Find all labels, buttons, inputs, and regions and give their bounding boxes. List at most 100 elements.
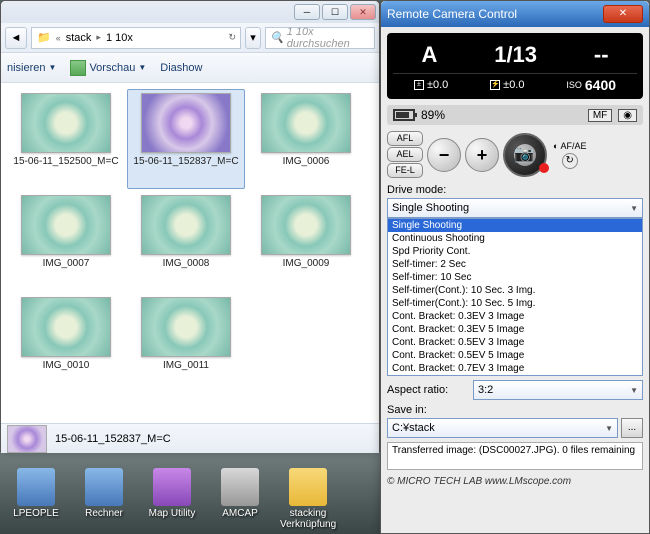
thumbnail-image <box>141 93 231 153</box>
thumbnail-image <box>21 93 111 153</box>
shortcut-icon <box>153 468 191 506</box>
fel-button[interactable]: FE-L <box>387 163 423 178</box>
desktop-shortcut[interactable]: stacking Verknüpfung <box>280 468 336 530</box>
drive-mode-option[interactable]: Single Shooting <box>388 219 642 232</box>
thumbnail-image <box>261 93 351 153</box>
file-name: IMG_0009 <box>251 258 361 270</box>
drive-mode-option[interactable]: Self-timer(Cont.): 10 Sec. 3 Img. <box>388 284 642 297</box>
preview-menu[interactable]: Vorschau▼ <box>70 60 146 76</box>
aspect-combo[interactable]: 3:2▼ <box>473 380 643 400</box>
rcc-titlebar[interactable]: Remote Camera Control ✕ <box>381 1 649 27</box>
desktop-shortcut[interactable]: LPEOPLE <box>8 468 64 530</box>
refresh-icon[interactable]: ↻ <box>226 32 238 43</box>
file-thumbnail[interactable]: 15-06-11_152500_M=C <box>7 89 125 189</box>
flash-ev: ±0.0 <box>503 79 524 91</box>
file-thumbnail[interactable]: IMG_0009 <box>247 191 365 291</box>
battery-percent: 89% <box>421 108 445 122</box>
explorer-toolbar: nisieren▼ Vorschau▼ Diashow <box>1 53 379 83</box>
metering-icon[interactable]: ◉ <box>618 109 637 122</box>
close-button[interactable]: ✕ <box>350 4 376 20</box>
drive-mode-option[interactable]: Continuous Shooting <box>388 232 642 245</box>
status-filename: 15-06-11_152837_M=C <box>55 433 171 445</box>
shutter-speed: 1/13 <box>494 42 537 68</box>
file-thumbnail[interactable]: IMG_0007 <box>7 191 125 291</box>
drive-mode-option[interactable]: Self-timer: 10 Sec <box>388 271 642 284</box>
focus-mode[interactable]: MF <box>588 109 612 122</box>
drive-mode-option[interactable]: Cont. Bracket: 0.3EV 3 Image <box>388 310 642 323</box>
search-placeholder: 1 10x durchsuchen <box>287 26 370 50</box>
shortcut-icon <box>17 468 55 506</box>
drive-mode-option[interactable]: Cont. Bracket: 0.7EV 5 Image <box>388 375 642 376</box>
drive-mode-listbox[interactable]: Single ShootingContinuous ShootingSpd Pr… <box>387 218 643 376</box>
minimize-button[interactable]: ─ <box>294 4 320 20</box>
thumbnail-image <box>261 195 351 255</box>
remote-camera-window: Remote Camera Control ✕ A 1/13 -- ±±0.0 … <box>380 0 650 534</box>
file-thumbnail[interactable]: IMG_0008 <box>127 191 245 291</box>
drive-mode-option[interactable]: Cont. Bracket: 0.3EV 5 Image <box>388 323 642 336</box>
thumbnail-image <box>141 195 231 255</box>
drive-mode-option[interactable]: Cont. Bracket: 0.7EV 3 Image <box>388 362 642 375</box>
flash-ev-icon: ⚡ <box>490 80 500 90</box>
maximize-button[interactable]: ☐ <box>322 4 348 20</box>
drive-mode-option[interactable]: Spd Priority Cont. <box>388 245 642 258</box>
file-thumbnail[interactable]: IMG_0006 <box>247 89 365 189</box>
file-name: 15-06-11_152837_M=C <box>131 156 241 168</box>
battery-icon <box>393 109 415 121</box>
ael-button[interactable]: AEL <box>387 147 423 162</box>
explorer-window: ─ ☐ ✕ ◄ 📁 « stack ▸ 1 10x ↻ ▾ 🔍 1 10x du… <box>0 0 380 452</box>
file-thumbnail[interactable]: IMG_0011 <box>127 293 245 393</box>
browse-button[interactable]: ... <box>621 418 643 438</box>
camera-icon: 📷 <box>514 144 536 166</box>
back-button[interactable]: ◄ <box>5 27 27 49</box>
shortcut-label: LPEOPLE <box>8 508 64 519</box>
drive-mode-option[interactable]: Cont. Bracket: 0.5EV 5 Image <box>388 349 642 362</box>
slideshow-button[interactable]: Diashow <box>160 62 202 74</box>
exposure-mode: A <box>421 42 437 68</box>
status-thumbnail <box>7 425 47 453</box>
shortcut-label: AMCAP <box>212 508 268 519</box>
drive-mode-section: Drive mode: Single Shooting▼ Single Shoo… <box>387 184 643 376</box>
explorer-file-pane[interactable]: 15-06-11_152500_M=C 15-06-11_152837_M=C IM… <box>1 83 379 423</box>
transfer-log: Transferred image: (DSC00027.JPG). 0 fil… <box>387 442 643 470</box>
camera-status-row: 89% MF ◉ <box>387 105 643 125</box>
desktop-shortcut[interactable]: Map Utility <box>144 468 200 530</box>
drive-mode-combo[interactable]: Single Shooting▼ <box>387 198 643 218</box>
breadcrumb[interactable]: 📁 « stack ▸ 1 10x ↻ <box>31 27 241 49</box>
breadcrumb-seg[interactable]: 1 10x <box>103 32 136 44</box>
search-input[interactable]: 🔍 1 10x durchsuchen <box>265 27 375 49</box>
record-icon[interactable] <box>539 163 549 173</box>
drive-mode-option[interactable]: Self-timer(Cont.): 10 Sec. 5 Img. <box>388 297 642 310</box>
explorer-navbar: ◄ 📁 « stack ▸ 1 10x ↻ ▾ 🔍 1 10x durchsuc… <box>1 23 379 53</box>
folder-icon: 📁 <box>34 31 54 44</box>
shortcut-icon <box>221 468 259 506</box>
breadcrumb-dropdown[interactable]: ▾ <box>245 27 261 49</box>
shortcut-icon <box>289 468 327 506</box>
shortcut-label: stacking Verknüpfung <box>280 508 336 530</box>
afl-button[interactable]: AFL <box>387 131 423 146</box>
breadcrumb-seg[interactable]: stack <box>63 32 95 44</box>
shortcut-label: Rechner <box>76 508 132 519</box>
explorer-titlebar[interactable]: ─ ☐ ✕ <box>1 1 379 23</box>
drive-mode-label: Drive mode: <box>387 184 643 196</box>
thumbnail-image <box>21 195 111 255</box>
file-thumbnail[interactable]: IMG_0010 <box>7 293 125 393</box>
camera-controls: AFL AEL FE-L − + 📷 ◐ AF/AE ↻ <box>387 131 643 178</box>
drive-mode-option[interactable]: Cont. Bracket: 0.5EV 3 Image <box>388 336 642 349</box>
afae-label: AF/AE <box>560 141 586 151</box>
save-path-combo[interactable]: C:¥stack▼ <box>387 418 618 438</box>
plus-button[interactable]: + <box>465 138 499 172</box>
minus-button[interactable]: − <box>427 138 461 172</box>
search-icon: 🔍 <box>270 31 284 44</box>
desktop-icons: LPEOPLE Rechner Map Utility AMCAP stacking V… <box>0 464 344 534</box>
refresh-button[interactable]: ↻ <box>562 153 578 169</box>
file-name: IMG_0010 <box>11 360 121 372</box>
desktop-shortcut[interactable]: AMCAP <box>212 468 268 530</box>
organize-menu[interactable]: nisieren▼ <box>7 62 56 74</box>
shortcut-icon <box>85 468 123 506</box>
save-in-label: Save in: <box>387 404 643 416</box>
footer-credit: © MICRO TECH LAB www.LMscope.com <box>387 476 643 487</box>
file-thumbnail[interactable]: 15-06-11_152837_M=C <box>127 89 245 189</box>
drive-mode-option[interactable]: Self-timer: 2 Sec <box>388 258 642 271</box>
close-button[interactable]: ✕ <box>603 5 643 23</box>
desktop-shortcut[interactable]: Rechner <box>76 468 132 530</box>
